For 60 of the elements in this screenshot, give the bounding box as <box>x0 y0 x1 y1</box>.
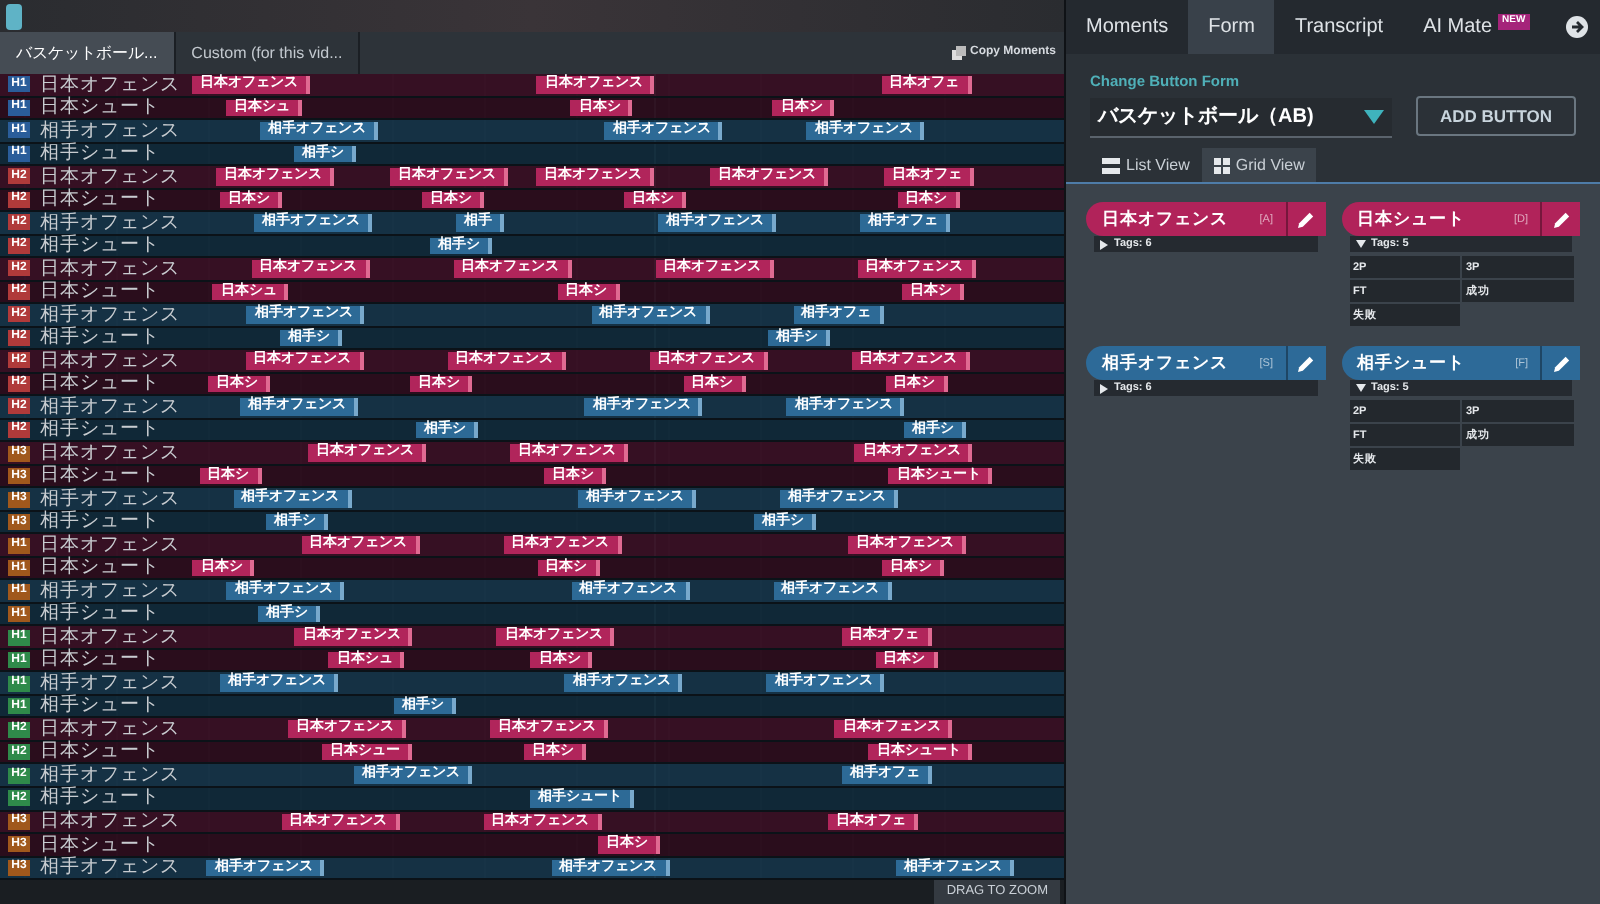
view-tab[interactable]: List View <box>1090 148 1202 183</box>
pencil-icon <box>1298 355 1314 372</box>
pencil-icon <box>1553 211 1569 228</box>
row-label: 日本オフェンス <box>40 812 180 831</box>
row-label: 日本オフェンス <box>40 351 180 371</box>
source-tab[interactable]: Custom (for this vid... <box>175 32 361 74</box>
row-label: 日本シュート <box>40 835 160 855</box>
row-label: 相手オフェンス <box>40 581 180 601</box>
copy-icon <box>951 46 966 60</box>
row-label: 日本オフェンス <box>40 719 180 739</box>
button-label: 日本シュート <box>1357 206 1465 233</box>
panel-tab[interactable]: Moments <box>1066 0 1189 54</box>
row-label: 相手オフェンス <box>40 121 180 141</box>
row-label: 相手シュート <box>40 144 160 164</box>
form-dropdown[interactable]: バスケットボール（AB) <box>1090 98 1392 139</box>
pencil-icon <box>1298 211 1314 228</box>
row-label: 相手オフェンス <box>40 489 180 509</box>
button-label: 相手シュート <box>1357 350 1465 377</box>
add-button-button[interactable]: ADD BUTTON <box>1416 96 1576 137</box>
row-label: 日本シュート <box>40 282 160 302</box>
list-icon <box>1102 157 1120 174</box>
row-label: 日本シュート <box>40 742 160 762</box>
row-label: 日本シュート <box>40 558 160 578</box>
caret-icon <box>1364 110 1384 125</box>
row-label: 日本オフェンス <box>40 535 180 555</box>
source-tab[interactable]: バスケットボール... <box>0 32 176 74</box>
row-label: 日本シュート <box>40 190 160 210</box>
panel-tab[interactable]: Form <box>1188 0 1275 54</box>
button-label: 相手オフェンス <box>1102 350 1228 377</box>
row-label: 相手シュート <box>40 512 160 532</box>
arrow-right-icon[interactable] <box>1566 16 1588 38</box>
row-label: 相手オフェンス <box>40 673 180 693</box>
row-label: 日本オフェンス <box>40 259 180 279</box>
view-tab[interactable]: Grid View <box>1201 148 1317 183</box>
row-label: 日本シュート <box>40 98 160 118</box>
row-label: 相手シュート <box>40 696 160 716</box>
row-label: 相手オフェンス <box>40 765 180 785</box>
panel-tab[interactable]: Transcript <box>1274 0 1404 54</box>
grid-icon <box>1213 157 1230 174</box>
row-label: 相手シュート <box>40 788 160 808</box>
button-label: 日本オフェンス <box>1102 206 1228 233</box>
row-label: 相手オフェンス <box>40 397 180 417</box>
playhead-handle[interactable] <box>6 4 22 30</box>
pencil-icon <box>1553 355 1569 372</box>
row-label: 相手シュート <box>40 420 160 440</box>
row-label: 日本シュート <box>40 650 160 670</box>
row-label: 相手オフェンス <box>40 858 180 878</box>
row-label: 日本オフェンス <box>40 443 180 463</box>
row-label: 日本オフェンス <box>40 167 180 187</box>
caret-right-icon <box>1100 239 1108 250</box>
row-label: 日本シュート <box>40 374 160 394</box>
row-label: 相手オフェンス <box>40 305 180 325</box>
row-label: 相手シュート <box>40 604 160 624</box>
row-label: 日本シュート <box>40 466 160 486</box>
row-label: 日本オフェンス <box>40 75 180 94</box>
row-label: 相手オフェンス <box>40 213 180 233</box>
row-label: 相手シュート <box>40 236 160 256</box>
caret-right-icon <box>1100 383 1108 394</box>
row-label: 相手シュート <box>40 328 160 348</box>
row-label: 日本オフェンス <box>40 627 180 647</box>
